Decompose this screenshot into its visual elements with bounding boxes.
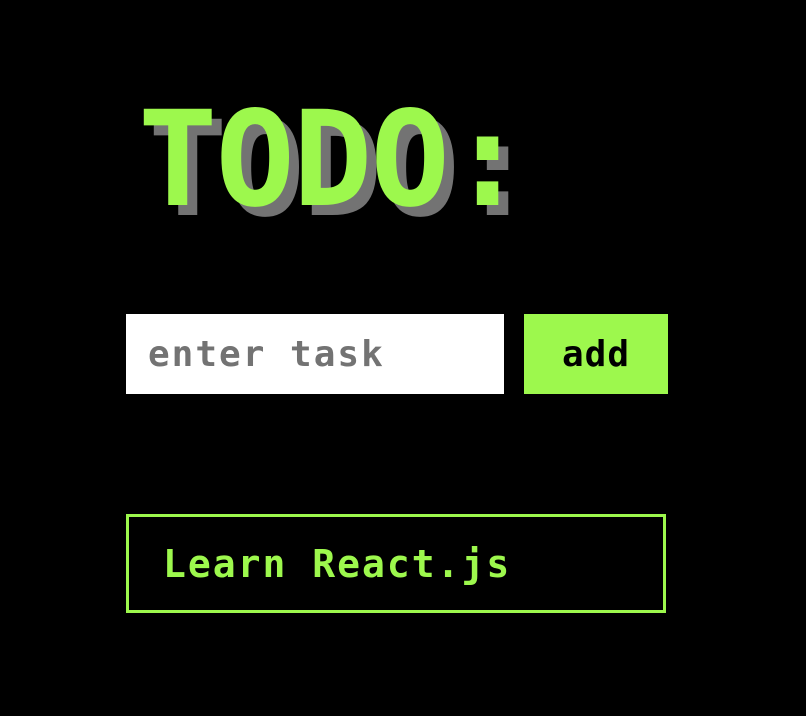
add-task-button[interactable]: add (524, 314, 668, 394)
task-list: Learn React.js (126, 514, 666, 613)
title-container: TODO: (138, 83, 658, 237)
page-title: TODO: (138, 83, 527, 237)
task-item[interactable]: Learn React.js (126, 514, 666, 613)
task-text: Learn React.js (163, 541, 512, 586)
task-input[interactable] (126, 314, 504, 394)
